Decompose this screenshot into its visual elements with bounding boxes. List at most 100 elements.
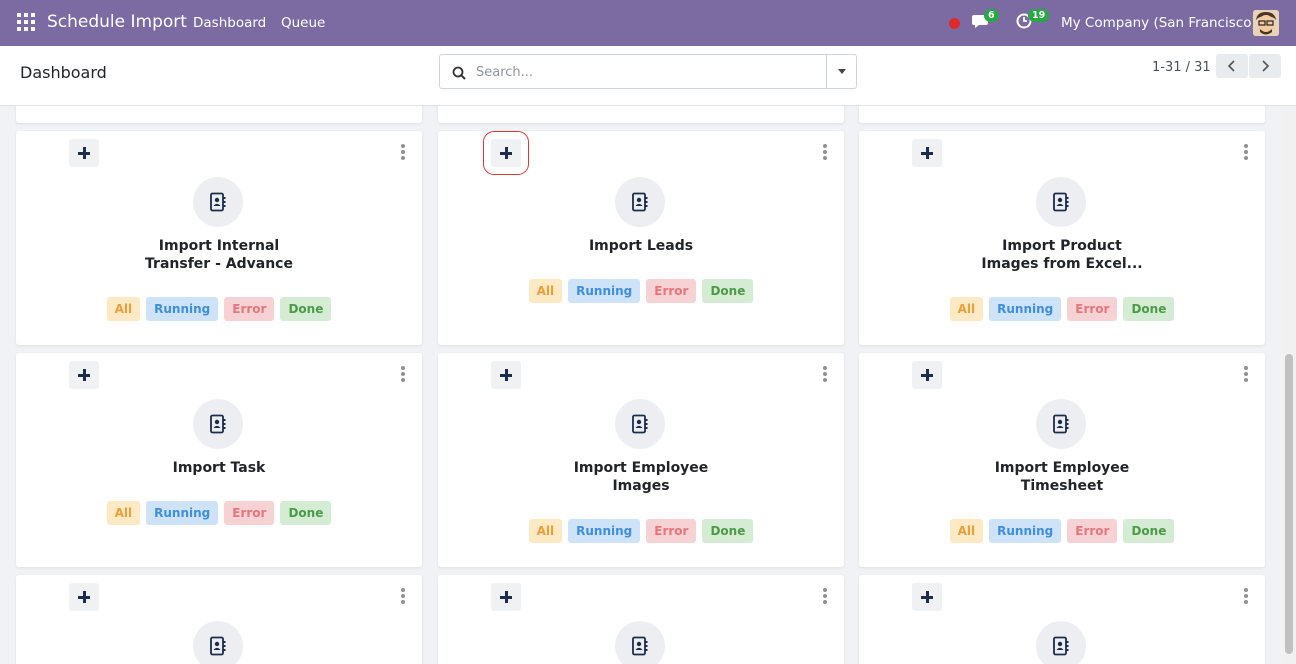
kebab-menu-icon[interactable] [823,588,827,604]
pager-next-button[interactable] [1249,54,1281,78]
card-title[interactable]: Import Leads [438,237,844,255]
tag-running-button[interactable]: Running [146,297,219,321]
card-title[interactable]: Import Internal Transfer - Advance [16,237,422,273]
kanban-card[interactable] [438,575,844,664]
tag-running-button[interactable]: Running [568,519,641,543]
tag-running-button[interactable]: Running [146,501,219,525]
kanban-card[interactable]: Import Leads All Running Error Done [438,131,844,345]
activity-clock-icon[interactable]: 19 [1016,9,1050,34]
kebab-menu-icon[interactable] [401,588,405,604]
add-button[interactable] [483,131,529,175]
kebab-menu-icon[interactable] [1244,366,1248,382]
plus-icon [500,369,512,381]
address-book-icon [615,399,665,449]
tag-running-button[interactable]: Running [989,297,1062,321]
tag-all-button[interactable]: All [106,501,141,525]
card-title[interactable]: Import Task [16,459,422,477]
kanban-card[interactable] [16,575,422,664]
tag-done-button[interactable]: Done [280,297,332,321]
tag-all-button[interactable]: All [106,297,141,321]
add-button[interactable] [69,361,99,389]
kebab-menu-icon[interactable] [1244,588,1248,604]
kanban-card[interactable]: Import Product Images from Excel... All … [859,131,1265,345]
app-title[interactable]: Schedule Import [47,12,187,32]
tag-error-button[interactable]: Error [224,297,275,321]
search-input[interactable] [476,59,856,85]
search-icon [452,65,466,84]
card-title-line: Import Leads [588,238,694,254]
kanban-card[interactable]: Import Employee Timesheet All Running Er… [859,353,1265,567]
kebab-menu-icon[interactable] [401,366,405,382]
tag-done-button[interactable]: Done [702,519,754,543]
tag-all-button[interactable]: All [949,297,984,321]
add-button[interactable] [912,361,942,389]
tag-done-button[interactable]: Done [1123,519,1175,543]
scrollbar-thumb[interactable] [1285,354,1293,654]
address-book-icon [193,177,243,227]
kanban-card[interactable]: Import Employee Images All Running Error… [438,353,844,567]
status-tags: All Running Error Done [16,297,422,321]
kanban-card[interactable]: Import Internal Transfer - Advance All R… [16,131,422,345]
tag-all-button[interactable]: All [949,519,984,543]
card-title-line: Images [612,478,670,494]
card-title-line: Import Internal [158,238,280,254]
kebab-menu-icon[interactable] [823,366,827,382]
search-bar [439,54,857,89]
tag-all-button[interactable]: All [528,519,563,543]
tag-error-button[interactable]: Error [646,519,697,543]
kebab-menu-icon[interactable] [1244,144,1248,160]
add-button[interactable] [912,583,942,611]
plus-icon [921,147,933,159]
status-tags: All Running Error Done [859,297,1265,321]
card-title-line: Import Employee [573,460,709,476]
card-title[interactable]: Import Employee Timesheet [859,459,1265,495]
address-book-icon [1036,177,1086,227]
kanban-view: Import Internal Transfer - Advance All R… [0,106,1282,664]
pager-previous-button[interactable] [1216,54,1248,78]
tag-done-button[interactable]: Done [702,279,754,303]
kanban-card-partial[interactable] [16,106,422,123]
tag-done-button[interactable]: Done [280,501,332,525]
card-title-line: Import Product [1002,238,1122,254]
kanban-card-partial[interactable] [438,106,844,123]
tag-running-button[interactable]: Running [568,279,641,303]
add-button[interactable] [912,139,942,167]
nav-dashboard[interactable]: Dashboard [193,15,266,31]
add-button[interactable] [69,139,99,167]
kanban-card[interactable] [859,575,1265,664]
tag-error-button[interactable]: Error [646,279,697,303]
card-title-line: Timesheet [1020,478,1104,494]
tag-error-button[interactable]: Error [224,501,275,525]
apps-menu-icon[interactable] [17,13,35,31]
user-avatar[interactable] [1253,10,1279,36]
nav-queue[interactable]: Queue [281,15,325,31]
tag-error-button[interactable]: Error [1067,297,1118,321]
tag-done-button[interactable]: Done [1123,297,1175,321]
plus-icon [500,591,512,603]
address-book-icon [615,621,665,664]
card-title[interactable]: Import Employee Images [438,459,844,495]
chat-count-badge: 6 [984,9,999,22]
plus-icon [500,147,512,159]
vertical-scrollbar[interactable] [1282,106,1296,664]
status-tags: All Running Error Done [859,519,1265,543]
company-switcher[interactable]: My Company (San Francisco) [1061,15,1257,31]
address-book-icon [1036,399,1086,449]
kanban-card[interactable]: Import Task All Running Error Done [16,353,422,567]
activity-count-badge: 19 [1028,9,1050,22]
plus-icon [921,369,933,381]
add-button[interactable] [491,361,521,389]
kebab-menu-icon[interactable] [401,144,405,160]
kebab-menu-icon[interactable] [823,144,827,160]
card-title[interactable]: Import Product Images from Excel... [859,237,1265,273]
chat-icon[interactable]: 6 [972,9,999,34]
tag-error-button[interactable]: Error [1067,519,1118,543]
kanban-card-partial[interactable] [859,106,1265,123]
tag-running-button[interactable]: Running [989,519,1062,543]
tag-all-button[interactable]: All [528,279,563,303]
search-options-toggle[interactable] [826,55,856,88]
recording-indicator-icon[interactable] [949,18,960,29]
add-button[interactable] [491,583,521,611]
pager-value[interactable]: 1-31 / 31 [1152,60,1211,75]
add-button[interactable] [69,583,99,611]
